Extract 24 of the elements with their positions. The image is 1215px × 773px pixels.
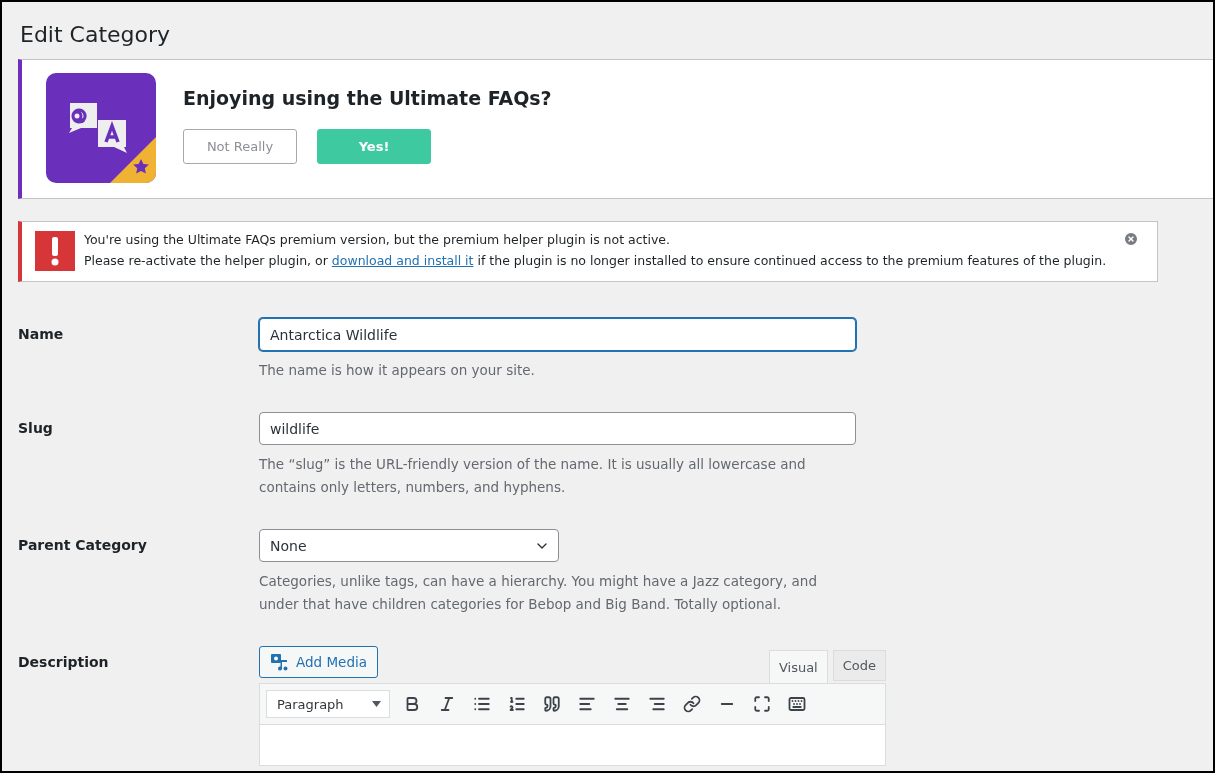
field-label: Description [18,653,110,672]
editor-tab[interactable]: Visual [768,650,828,683]
notice-text: You're using the Ultimate FAQs premium version, but the premium helper plugin is not active. [84,231,672,249]
editor-tab[interactable]: Code [832,650,886,681]
caret-icon [372,701,381,707]
faq-logo-icon [46,73,156,183]
field-label: Name [18,325,65,344]
text-input[interactable]: wildlife [259,412,856,445]
close-icon[interactable] [1123,231,1139,247]
field-label: Slug [18,419,54,438]
media-icon [270,652,290,672]
help-text: Categories, unlike tags, can have a hierarchy. You might have a Jazz category, and under that have children categories for Bebop and Big Band. Totally optional. [259,572,818,614]
notice-text: Please re-activate the helper plugin, or download and install it if the plugin is no longer installed to ensure continued access to the premium features of the plugin. [84,252,1108,270]
page-title: Edit Category [20,22,172,47]
banner-question: Enjoying using the Ultimate FAQs? [183,87,552,109]
add-media-button[interactable]: Add Media [259,646,378,678]
help-text: The “slug” is the URL-friendly version of the name. It is usually all lowercase and contains only letters, numbers, and hyphens. [259,455,807,497]
parent-select[interactable]: None [259,529,559,562]
help-text: The name is how it appears on your site. [259,361,536,380]
text-input[interactable]: Antarctica Wildlife [259,318,856,351]
download-link[interactable]: download and install it [331,253,474,268]
exclamation-icon [35,231,75,271]
format-select[interactable]: Paragraph [266,690,390,718]
field-label: Parent Category [18,536,148,555]
